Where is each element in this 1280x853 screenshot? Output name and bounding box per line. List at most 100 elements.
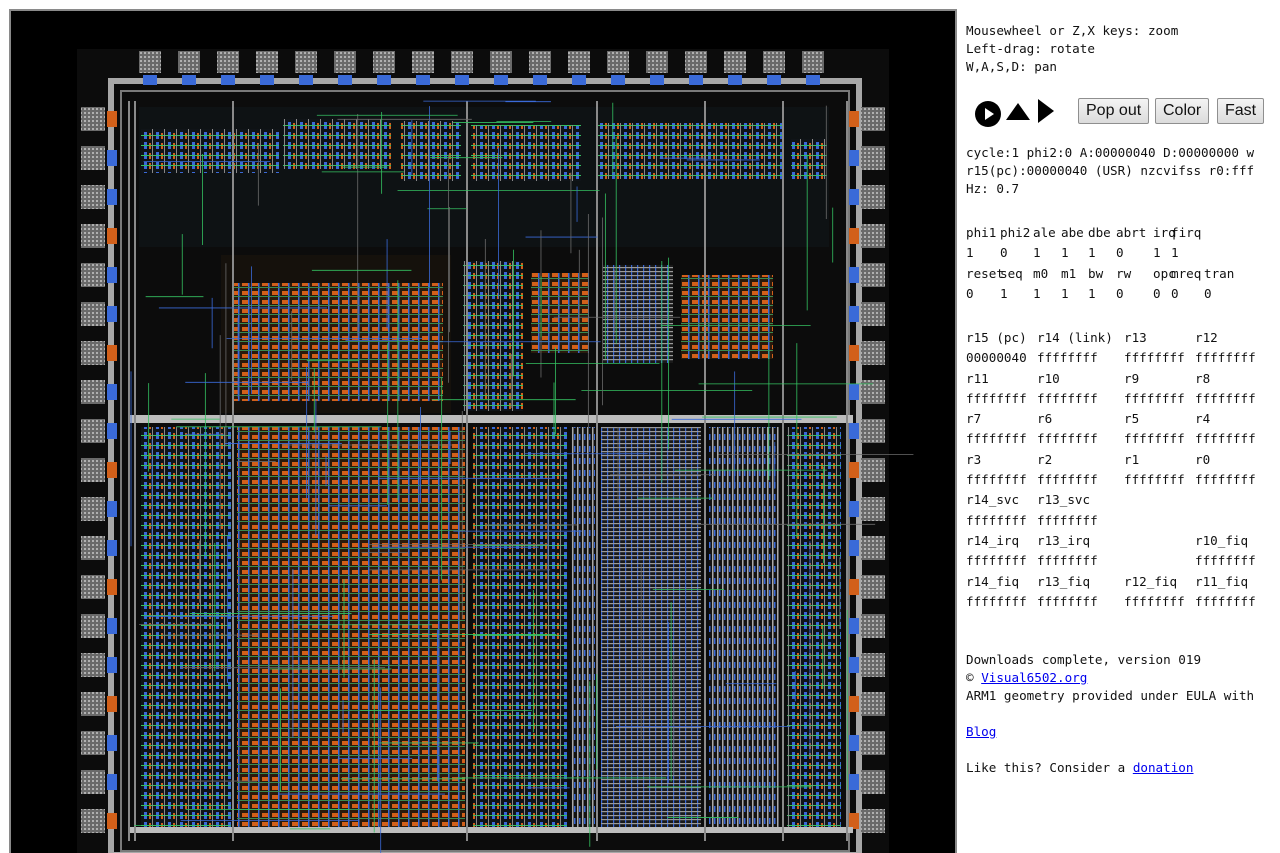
bond-pad [81,263,105,287]
datapath-slice [787,427,841,831]
bond-pad [81,614,105,638]
barrel-shifter [473,427,567,831]
pad-driver [494,75,508,85]
register-file [237,427,465,831]
bond-pad [861,107,885,131]
signal-value: 1 [1033,245,1041,261]
donation-link[interactable]: donation [1133,760,1194,775]
register-value: ffffffff [1195,593,1256,609]
bond-pad [861,770,885,794]
eula-text: ARM1 geometry provided under EULA with [966,688,1255,703]
pad-driver [849,657,859,673]
pad-driver [377,75,391,85]
pad-driver [107,189,117,205]
bond-pad [861,224,885,248]
signal-value: 0 [1116,285,1124,301]
signal-name: abrt [1116,225,1147,240]
pad-driver [849,111,859,127]
bond-pad [861,185,885,209]
footer: Downloads complete, version 019 © Visual… [966,651,1254,777]
bond-pad [802,51,824,73]
pad-driver [849,228,859,244]
register-name: r9 [1124,370,1140,386]
signal-name: abe [1061,225,1084,240]
visual6502-link[interactable]: Visual6502.org [981,670,1087,685]
register-value: ffffffff [1037,472,1098,488]
pad-driver [182,75,196,85]
pad-driver [689,75,703,85]
bond-pad [861,263,885,287]
register-value: ffffffff [1195,472,1256,488]
register-value: ffffffff [1124,350,1185,366]
register-value: ffffffff [966,512,1027,528]
bond-pad [685,51,707,73]
signal-name: rw [1116,265,1132,281]
step-forward-icon[interactable] [1036,98,1056,124]
pad-driver [572,75,586,85]
bond-pad [81,497,105,521]
pad-driver [107,501,117,517]
register-name: r2 [1037,451,1053,467]
donation-prefix: Like this? Consider a [966,760,1133,775]
pad-driver [107,150,117,166]
signal-value: 1 [1153,245,1161,261]
blog-link[interactable]: Blog [966,724,996,739]
help-text: Mousewheel or Z,X keys: zoom Left-drag: … [966,22,1178,76]
signal-name: dbe [1088,225,1111,240]
pad-driver [849,618,859,634]
bond-pad [81,302,105,326]
register-name: r15 (pc) [966,330,1027,345]
step-up-icon[interactable] [1005,102,1031,122]
register-value: ffffffff [1124,472,1185,488]
bond-pad [451,51,473,73]
status-hz: Hz: 0.7 [966,181,1020,196]
pad-driver [338,75,352,85]
register-name: r10 [1037,370,1060,386]
pad-driver [107,540,117,556]
pad-driver [107,657,117,673]
donation-line: Like this? Consider a donation [966,759,1254,777]
pad-driver [107,111,117,127]
bond-pad [529,51,551,73]
pad-driver [849,384,859,400]
pop-out-button[interactable]: Pop out [1078,98,1150,124]
pad-driver [107,306,117,322]
play-circle-icon[interactable] [974,100,1002,128]
signal-value: 0 [1000,245,1008,261]
bond-pad [81,458,105,482]
signal-name: m1 [1061,265,1077,281]
bond-pad [861,653,885,677]
bond-pad [81,770,105,794]
register-name: r14_fiq [966,573,1020,589]
pad-driver [107,579,117,595]
pad-driver [849,696,859,712]
chip-viewer-canvas[interactable] [9,9,957,853]
register-name: r7 [966,411,982,427]
bond-pad [81,575,105,599]
register-name: r12 [1195,330,1218,345]
register-name: r8 [1195,370,1211,386]
logic-block [283,119,391,169]
bond-pad [861,692,885,716]
signal-value: 1 [1033,285,1041,301]
register-value: ffffffff [966,553,1027,569]
register-value: ffffffff [966,431,1027,447]
bond-pad [81,419,105,443]
fast-button[interactable]: Fast [1217,98,1265,124]
logic-block [791,139,827,179]
color-button[interactable]: Color [1155,98,1210,124]
datapath-slice [571,427,595,831]
signal-value: 1 [1061,285,1069,301]
signal-name: phi1 [966,225,997,240]
bond-pad [568,51,590,73]
pad-driver [107,384,117,400]
bond-pad [861,614,885,638]
pad-driver [650,75,664,85]
bond-pad [607,51,629,73]
bond-pad [81,224,105,248]
register-name: r14_svc [966,492,1020,508]
pad-driver [849,501,859,517]
chip-layout-render[interactable] [11,11,955,853]
bond-pad [724,51,746,73]
signal-name: mreq [1171,265,1202,281]
